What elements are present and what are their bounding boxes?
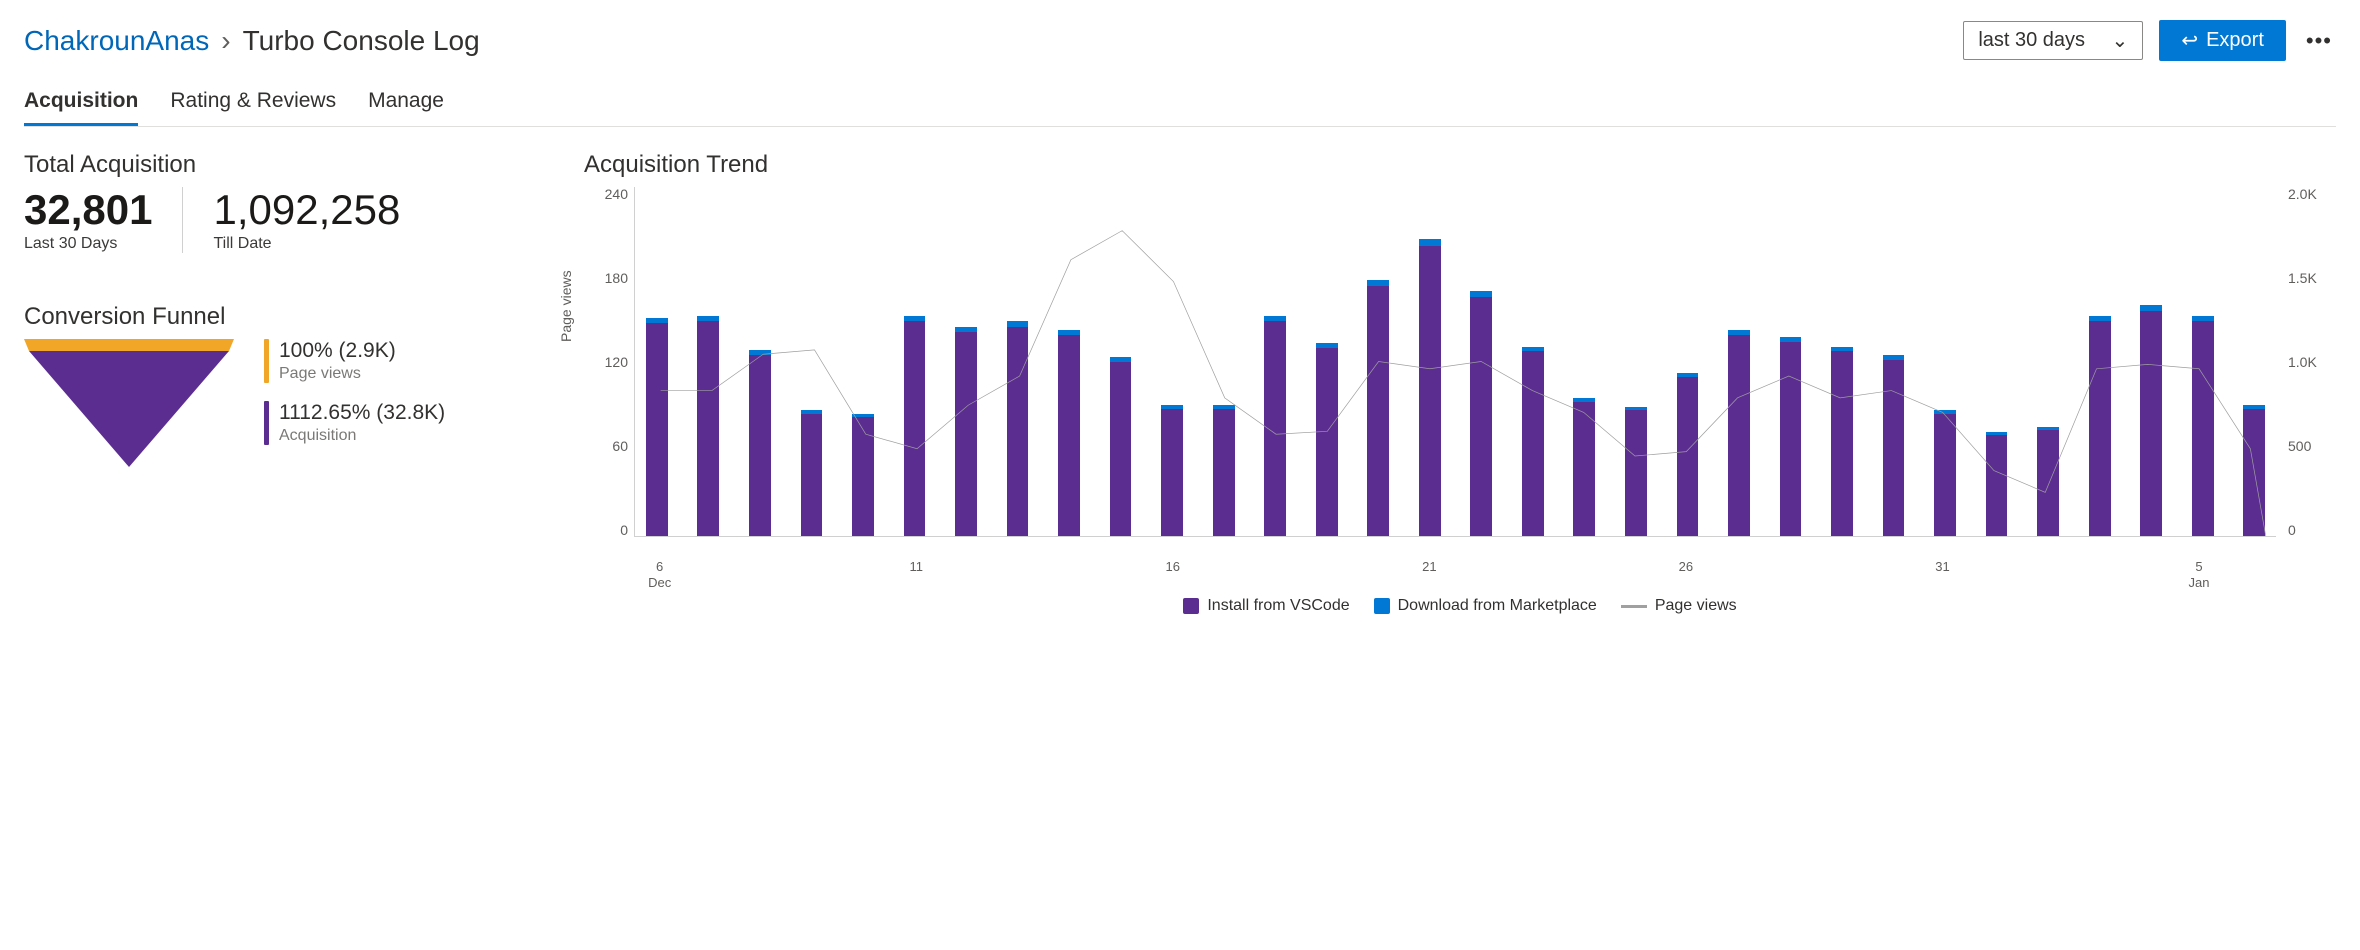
total-last30-label: Last 30 Days [24, 235, 152, 253]
export-icon: ↩ [2181, 28, 2198, 53]
legend-download: Download from Marketplace [1374, 597, 1597, 615]
y-axis-left: 240180120600 [588, 187, 628, 537]
export-label: Export [2206, 29, 2264, 52]
acquisition-trend-title: Acquisition Trend [584, 151, 2336, 179]
date-range-label: last 30 days [1978, 29, 2085, 52]
y-axis-right: 2.0K1.5K1.0K5000 [2288, 187, 2328, 537]
conversion-funnel-title: Conversion Funnel [24, 303, 544, 331]
total-acquisition-title: Total Acquisition [24, 151, 544, 179]
funnel-pageviews-stat: 100% (2.9K) Page views [264, 339, 445, 383]
total-last-30-days: 32,801 Last 30 Days [24, 187, 152, 253]
funnel-acquisition-stat: 1112.65% (32.8K) Acquisition [264, 401, 445, 445]
tab-manage[interactable]: Manage [368, 79, 444, 126]
tab-rating-reviews[interactable]: Rating & Reviews [170, 79, 336, 126]
tab-acquisition[interactable]: Acquisition [24, 79, 138, 126]
funnel-pageviews-label: Page views [279, 365, 396, 383]
total-last30-value: 32,801 [24, 187, 152, 233]
chevron-down-icon: ⌄ [2112, 28, 2129, 53]
date-range-dropdown[interactable]: last 30 days ⌄ [1963, 21, 2143, 60]
funnel-pageviews-value: 100% (2.9K) [279, 339, 396, 363]
chevron-right-icon: › [221, 25, 230, 57]
funnel-acquisition-label: Acquisition [279, 427, 445, 445]
breadcrumb: ChakrounAnas › Turbo Console Log [24, 25, 480, 57]
breadcrumb-current: Turbo Console Log [243, 25, 480, 57]
legend-install: Install from VSCode [1183, 597, 1349, 615]
legend-pageviews: Page views [1621, 597, 1737, 615]
chart-legend: Install from VSCode Download from Market… [584, 597, 2336, 615]
funnel-acquisition-value: 1112.65% (32.8K) [279, 401, 445, 425]
export-button[interactable]: ↩ Export [2159, 20, 2286, 61]
more-actions-button[interactable]: ••• [2302, 28, 2336, 54]
total-till-date: 1,092,258 Till Date [213, 187, 400, 253]
tabs: Acquisition Rating & Reviews Manage [24, 79, 2336, 127]
breadcrumb-owner-link[interactable]: ChakrounAnas [24, 25, 209, 57]
left-axis-title: Page views [558, 270, 574, 342]
acquisition-trend-chart: Page views Acquisition 240180120600 2.0K… [634, 187, 2276, 557]
funnel-chart [24, 339, 234, 469]
total-tilldate-value: 1,092,258 [213, 187, 400, 233]
total-tilldate-label: Till Date [213, 235, 400, 253]
